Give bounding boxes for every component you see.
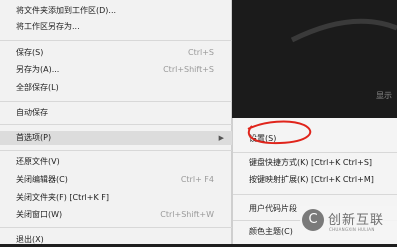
menu-item-save-as[interactable]: 另存为(A)... Ctrl+Shift+S bbox=[0, 63, 232, 77]
highlight-circle-annotation bbox=[247, 120, 312, 145]
menu-item-save-workspace-as[interactable]: 将工作区另存为... bbox=[0, 20, 232, 34]
submenu-item-color-theme[interactable]: 颜色主题(C) bbox=[249, 225, 293, 239]
menu-item-save[interactable]: 保存(S) Ctrl+S bbox=[0, 46, 232, 60]
submenu-item-keyboard-shortcuts[interactable]: 键盘快捷方式(K) [Ctrl+K Ctrl+S] bbox=[249, 156, 372, 170]
welcome-logo-arc bbox=[290, 18, 397, 43]
menu-divider bbox=[0, 101, 232, 102]
brand-name: 创新互联 bbox=[328, 213, 385, 228]
chevron-right-icon: ▶ bbox=[218, 134, 224, 142]
watermark-logo: C 创新互联 CHUANGXIN HULIAN bbox=[300, 206, 397, 240]
submenu-item-keymap-extensions[interactable]: 按键映射扩展(K) [Ctrl+K Ctrl+M] bbox=[249, 173, 374, 187]
brand-logo-icon: C bbox=[302, 209, 324, 231]
menu-divider bbox=[0, 227, 232, 228]
menu-item-save-all[interactable]: 全部保存(L) bbox=[0, 81, 232, 95]
menu-item-auto-save[interactable]: 自动保存 bbox=[0, 106, 232, 120]
submenu-divider bbox=[233, 194, 397, 195]
submenu-divider bbox=[233, 152, 397, 153]
file-menu: 将文件夹添加到工作区(D)... 将工作区另存为... 保存(S) Ctrl+S… bbox=[0, 0, 232, 244]
menu-item-close-folder[interactable]: 关闭文件夹(F) [Ctrl+K F] bbox=[0, 191, 232, 205]
brand-subtitle: CHUANGXIN HULIAN bbox=[329, 227, 375, 232]
menu-item-close-window[interactable]: 关闭窗口(W) Ctrl+Shift+W bbox=[0, 208, 232, 222]
menu-item-exit[interactable]: 退出(X) bbox=[0, 233, 232, 247]
menu-item-add-folder[interactable]: 将文件夹添加到工作区(D)... bbox=[0, 4, 232, 18]
submenu-item-user-snippets[interactable]: 用户代码片段 bbox=[249, 202, 297, 216]
menu-divider bbox=[0, 124, 232, 125]
menu-divider bbox=[0, 40, 232, 41]
menu-item-close-editor[interactable]: 关闭编辑器(C) Ctrl+ F4 bbox=[0, 173, 232, 187]
menu-divider bbox=[0, 150, 232, 151]
menu-item-revert-file[interactable]: 还原文件(V) bbox=[0, 155, 232, 169]
editor-hint-text: 显示 bbox=[376, 91, 392, 100]
menu-item-preferences[interactable]: 首选项(P) ▶ bbox=[0, 131, 232, 145]
